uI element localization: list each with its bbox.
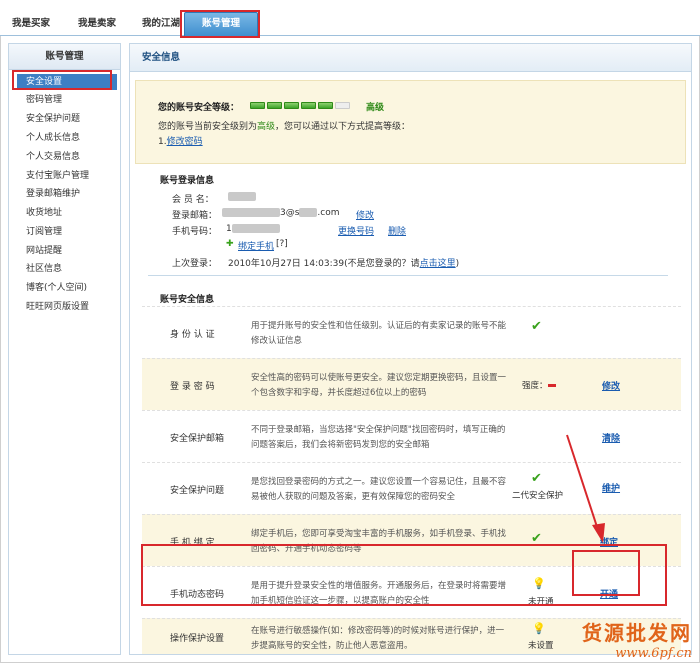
- member-label: 会 员 名：: [172, 195, 214, 205]
- row-description: 是您找回登录密码的方式之一。建议您设置一个容易记住，且最不容易被他人获取的问题及…: [251, 477, 507, 502]
- row-description: 安全性高的密码可以使账号更安全。建议您定期更换密码，且设置一个包含数字和字母，并…: [251, 373, 507, 398]
- security-level-meter: [250, 102, 360, 111]
- security-level-box: 您的账号安全等级： 高级 您的账号当前安全级别为高级，您可以通过以下方式提高等级…: [135, 80, 686, 164]
- security-level-label: 您的账号安全等级：: [158, 103, 240, 113]
- bind-help-link[interactable]: [?]: [276, 239, 288, 249]
- sidebar-item-blog[interactable]: 博客(个人空间): [26, 280, 87, 296]
- change-password-link[interactable]: 修改密码: [167, 137, 203, 147]
- check-icon: ✔: [531, 471, 542, 486]
- email-modify-link[interactable]: 修改: [356, 208, 374, 221]
- last-login-value: 2010年10月27日 14:03:39(不是您登录的？请点击这里): [228, 259, 460, 269]
- row-title: 登 录 密 码: [170, 381, 215, 392]
- phone-value: 1: [226, 224, 280, 234]
- phone-label: 手机号码：: [172, 227, 218, 237]
- sidebar-item-trade-info[interactable]: 个人交易信息: [26, 149, 80, 165]
- tab-buyer[interactable]: 我是买家: [2, 13, 60, 35]
- delete-phone-link[interactable]: 删除: [388, 224, 406, 237]
- row-title: 操作保护设置: [170, 633, 225, 644]
- security-level-value: 高级: [366, 103, 385, 113]
- sidebar-item-password[interactable]: 密码管理: [26, 92, 62, 108]
- sidebar-item-subscription[interactable]: 订阅管理: [26, 224, 62, 240]
- top-tab-bar: 我是买家 我是卖家 我的江湖 账号管理: [0, 0, 700, 36]
- change-phone-link[interactable]: 更换号码: [338, 224, 374, 237]
- plus-icon: ✚: [226, 239, 234, 249]
- last-login-label: 上次登录：: [172, 259, 218, 269]
- sidebar-item-community[interactable]: 社区信息: [26, 261, 62, 277]
- row-title: 安全保护邮箱: [170, 433, 225, 444]
- divider: [148, 275, 668, 276]
- annotation-arrow: [566, 434, 605, 543]
- modify-password-button[interactable]: 修改: [602, 379, 620, 392]
- row-title: 安全保护问题: [170, 485, 225, 496]
- security-row-login-password: 登 录 密 码 安全性高的密码可以使账号更安全。建议您定期更换密码，且设置一个包…: [142, 358, 681, 410]
- email-label: 登录邮箱：: [172, 211, 218, 221]
- watermark: 货源批发网 www.6pf.cn: [582, 621, 692, 661]
- sidebar-item-alipay[interactable]: 支付宝账户管理: [26, 168, 89, 184]
- click-here-link[interactable]: 点击这里: [420, 259, 456, 269]
- sidebar-item-login-email[interactable]: 登录邮箱维护: [26, 186, 80, 202]
- security-tip: 1.修改密码: [158, 137, 203, 147]
- sidebar-highlight-box: [12, 70, 112, 90]
- tab-seller[interactable]: 我是卖家: [68, 13, 126, 35]
- email-value: 3@s .com: [222, 208, 340, 218]
- row-description: 不同于登录邮箱，当您选择"安全保护问题"找回密码时，填写正确的问题答案后，我们会…: [251, 425, 506, 450]
- main-title: 安全信息: [130, 44, 691, 72]
- row-description: 在账号进行敏感操作(如：修改密码等)的时候对账号进行保护，进一步提高账号的安全性…: [251, 626, 505, 651]
- tab-highlight-box: [180, 10, 260, 38]
- member-name-redacted: [228, 192, 256, 201]
- sidebar-item-wangwang[interactable]: 旺旺网页版设置: [26, 299, 89, 315]
- sidebar-item-address[interactable]: 收货地址: [26, 205, 62, 221]
- sidebar-title: 账号管理: [9, 44, 120, 70]
- sidebar: 账号管理 安全设置 密码管理 安全保护问题 个人成长信息 个人交易信息 支付宝账…: [8, 43, 121, 655]
- account-security-title: 账号安全信息: [160, 295, 215, 305]
- check-icon: ✔: [531, 319, 542, 334]
- security-row-identity: 身 份 认 证 用于提升账号的安全性和信任级别。认证后的有卖家记录的账号不能修改…: [142, 306, 681, 358]
- lightbulb-icon: 💡: [532, 622, 546, 635]
- sidebar-item-growth-info[interactable]: 个人成长信息: [26, 130, 80, 146]
- login-info-title: 账号登录信息: [160, 176, 215, 186]
- enable-button-highlight: [572, 550, 640, 596]
- security-level-sentence: 您的账号当前安全级别为高级，您可以通过以下方式提高等级：: [158, 122, 411, 132]
- row-title: 身 份 认 证: [170, 329, 215, 340]
- bind-phone-link[interactable]: 绑定手机: [238, 239, 274, 252]
- password-strength-label: 强度：: [522, 379, 556, 391]
- row-status: 未设置: [528, 641, 554, 651]
- sidebar-item-site-reminder[interactable]: 网站提醒: [26, 243, 62, 259]
- row-description: 用于提升账号的安全性和信任级别。认证后的有卖家记录的账号不能修改认证信息: [251, 321, 507, 346]
- sidebar-item-security-question[interactable]: 安全保护问题: [26, 111, 80, 127]
